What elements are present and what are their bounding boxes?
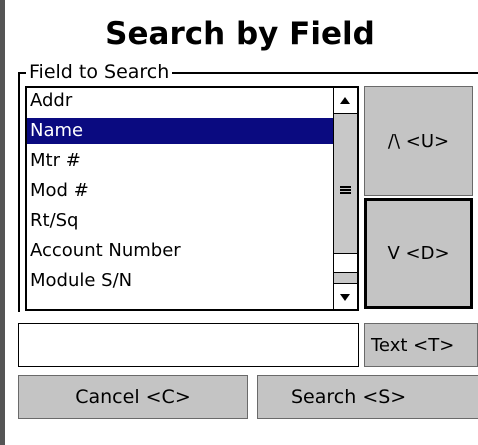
text-button[interactable]: Text <T> (364, 323, 478, 367)
page-title: Search by Field (105, 16, 375, 52)
scrollbar-grip-icon[interactable] (340, 186, 351, 194)
left-border (0, 0, 5, 445)
scrollbar-thumb[interactable] (334, 253, 357, 273)
list-item[interactable]: Module S/N (27, 268, 335, 294)
scroll-up-arrow-icon[interactable] (334, 88, 357, 114)
search-button[interactable]: Search <S> (257, 375, 478, 419)
list-item[interactable]: Mod # (27, 178, 335, 204)
list-item[interactable]: Addr (27, 88, 335, 114)
list-item[interactable]: Mtr # (27, 148, 335, 174)
field-to-search-legend: Field to Search (26, 61, 173, 83)
cancel-button[interactable]: Cancel <C> (18, 375, 248, 419)
vertical-scrollbar[interactable] (333, 88, 357, 309)
search-text-input[interactable] (18, 323, 359, 367)
list-item[interactable]: Account Number (27, 238, 335, 264)
scrollbar-track[interactable] (334, 88, 357, 309)
move-down-button[interactable]: V <D> (364, 198, 473, 309)
list-item[interactable]: Name (27, 118, 335, 144)
field-listbox[interactable]: Addr Name Mtr # Mod # Rt/Sq Account Numb… (25, 86, 359, 311)
move-up-button[interactable]: /\ <U> (364, 86, 473, 196)
list-item[interactable]: Rt/Sq (27, 208, 335, 234)
scroll-down-arrow-icon[interactable] (334, 283, 357, 309)
